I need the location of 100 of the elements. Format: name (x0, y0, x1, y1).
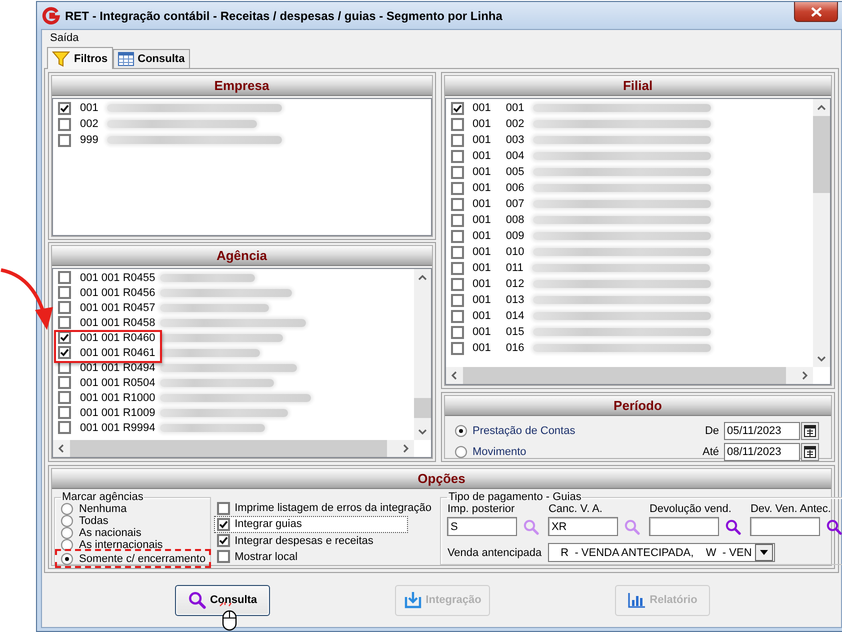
tab[interactable]: Consulta (112, 49, 190, 68)
checkbox[interactable] (450, 310, 464, 322)
company-code: 001 (472, 118, 491, 130)
company-code: 001 (472, 166, 491, 178)
search-button[interactable]: Consulta (175, 584, 270, 616)
checkbox[interactable] (216, 502, 230, 515)
company-code: 001 (80, 102, 98, 114)
checkbox[interactable] (58, 346, 71, 359)
company-code: 001 (472, 198, 491, 210)
radio-button[interactable] (61, 515, 73, 527)
radio-option[interactable]: Nenhuma (61, 503, 206, 515)
radio-button[interactable] (61, 539, 73, 551)
panel-header: Período (444, 396, 831, 416)
radio-option[interactable]: Prestação de Contas (454, 425, 698, 437)
checkbox-option[interactable]: Imprime listagem de erros da integração (214, 500, 432, 516)
date-label: Até (702, 446, 719, 458)
checkbox[interactable] (450, 326, 464, 338)
checkbox[interactable] (450, 166, 464, 178)
radio-button[interactable] (61, 527, 73, 539)
search-icon[interactable] (725, 518, 742, 534)
input-field[interactable]: XR (548, 517, 618, 536)
checkbox[interactable] (58, 376, 71, 389)
radio-button[interactable] (454, 446, 466, 458)
field-label: Canc. V. A. (548, 503, 604, 515)
date-field[interactable]: 08/11/2023 (724, 443, 800, 461)
branch-code: 009 (506, 230, 524, 242)
checkbox-option[interactable]: Mostrar local (214, 548, 432, 565)
checkbox[interactable] (216, 550, 230, 564)
checkbox[interactable] (450, 262, 464, 274)
checkbox[interactable] (58, 286, 71, 299)
checkbox[interactable] (58, 331, 71, 344)
radio-option[interactable]: Todas (61, 515, 206, 527)
panel-header: Agência (52, 246, 432, 266)
company-code: 001 (472, 262, 491, 274)
calendar-button[interactable] (801, 422, 819, 440)
checkbox[interactable] (450, 230, 464, 242)
checkbox[interactable] (58, 316, 71, 329)
date-field[interactable]: 05/11/2023 (724, 422, 800, 440)
scrollbar-thumb[interactable] (414, 398, 430, 418)
radio-option[interactable]: As nacionais (61, 527, 206, 539)
company-code: 001 (472, 230, 491, 242)
search-icon[interactable] (826, 518, 842, 534)
checkbox-option[interactable]: Integrar despesas e receitas (214, 532, 432, 549)
checkbox[interactable] (450, 214, 464, 226)
checkbox[interactable] (450, 150, 464, 162)
branch-code: 014 (506, 310, 524, 322)
scrollbar[interactable] (414, 269, 430, 440)
calendar-icon (804, 446, 816, 458)
agency-code: 001 001 R0494 (80, 362, 156, 374)
dropdown[interactable]: R - VENDA ANTECIPADA, W - VEN (548, 543, 775, 562)
company-code: 001 (472, 102, 491, 114)
checkbox[interactable] (450, 134, 464, 146)
radio-button[interactable] (454, 425, 466, 437)
company-code: 001 (472, 134, 491, 146)
agency-code: 001 001 R1000 (80, 392, 156, 404)
checkbox[interactable] (450, 102, 464, 114)
checkbox[interactable] (450, 278, 464, 290)
tab[interactable]: Filtros (47, 47, 113, 69)
branch-code: 006 (506, 182, 524, 194)
checkbox[interactable] (216, 534, 230, 548)
checkbox[interactable] (58, 406, 71, 419)
checkbox[interactable] (58, 271, 71, 284)
checkbox[interactable] (450, 182, 464, 194)
agency-code: 001 001 R0504 (80, 376, 156, 388)
window-title: RET - Integração contábil - Receitas / despesas / guias - Segmento por Linha (65, 8, 504, 22)
field-label: Dev. Ven. Antec. (750, 503, 832, 515)
checkbox[interactable] (450, 198, 464, 210)
checkbox[interactable] (450, 294, 464, 306)
agency-code: 001 001 R0456 (80, 286, 156, 298)
input-field[interactable] (649, 517, 720, 536)
input-field[interactable]: S (447, 517, 518, 536)
checkbox[interactable] (58, 391, 71, 404)
checkbox-option[interactable]: Integrar guias (214, 516, 408, 532)
calendar-button[interactable] (801, 443, 819, 461)
checkbox[interactable] (450, 118, 464, 130)
input-field[interactable] (750, 517, 820, 536)
company-code: 001 (472, 150, 491, 162)
dropdown-arrow-icon (760, 550, 768, 555)
scrollbar-thumb[interactable] (813, 116, 830, 194)
radio-button[interactable] (61, 503, 73, 515)
checkbox[interactable] (450, 246, 464, 258)
radio-option[interactable]: Somente c/ encerramento (61, 553, 206, 565)
checkbox[interactable] (216, 518, 230, 531)
checkbox[interactable] (58, 421, 71, 434)
branch-code: 002 (506, 118, 524, 130)
radio-option[interactable]: As internacionais (61, 539, 206, 551)
menu-item[interactable]: Saída (49, 32, 80, 44)
checkbox[interactable] (58, 134, 71, 146)
branch-code: 005 (506, 166, 524, 178)
checkbox[interactable] (58, 102, 71, 114)
close-button[interactable] (794, 2, 838, 22)
branch-code: 016 (506, 342, 524, 354)
checkbox[interactable] (58, 118, 71, 130)
radio-button[interactable] (61, 553, 73, 565)
checkbox[interactable] (58, 301, 71, 314)
radio-option[interactable]: Movimento (454, 446, 698, 458)
field-label: Venda antencipada (447, 546, 542, 558)
agency-code: 001 001 R0461 (80, 346, 156, 358)
checkbox[interactable] (450, 342, 464, 354)
scrollbar[interactable] (813, 99, 830, 367)
